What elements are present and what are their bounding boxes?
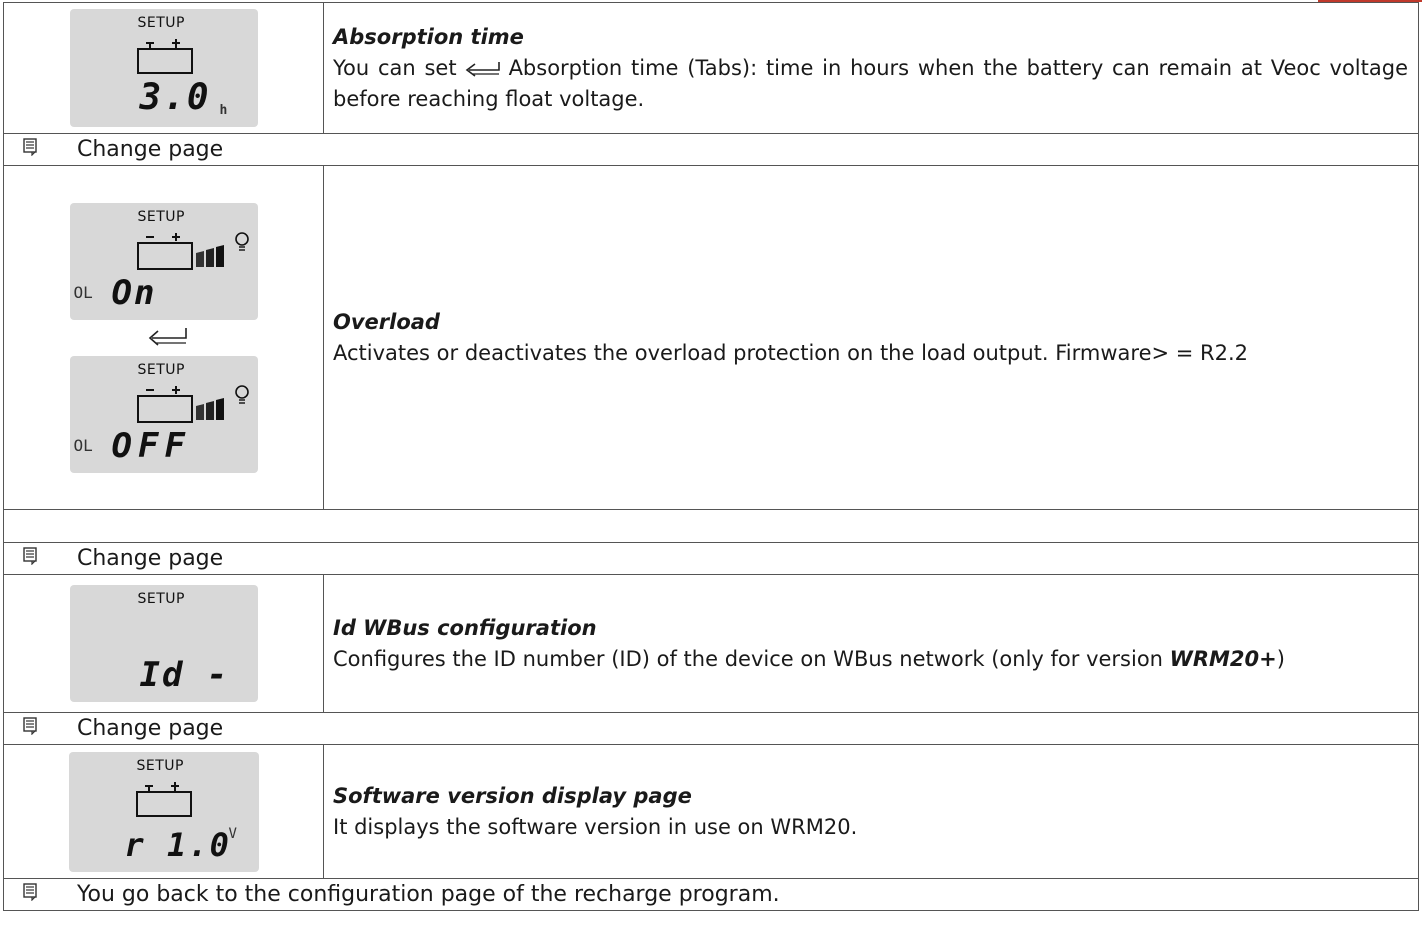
absorption-title: Absorption time xyxy=(333,24,524,49)
lcd-prefix: OL xyxy=(73,282,93,302)
enter-arrow-icon xyxy=(465,61,500,77)
row-idwbus: SETUP Id - Id WBus configuration Configu… xyxy=(3,574,1419,713)
battery-load-icon xyxy=(136,231,249,270)
lcd-setup-label: SETUP xyxy=(136,757,184,774)
idwbus-desc-model: WRM20+ xyxy=(1169,646,1277,671)
absorption-desc-before: You can set xyxy=(333,55,457,80)
lcd-display-idwbus: SETUP Id - xyxy=(69,585,258,702)
setup-table: SETUP 3.0 h Absorption time You can set A… xyxy=(3,2,1419,911)
page-icon xyxy=(13,137,47,162)
lcd-unit: h xyxy=(219,103,228,118)
software-text-cell: Software version display page It display… xyxy=(323,744,1419,879)
absorption-desc: You can set Absorption time (Tabs): time … xyxy=(333,53,1408,115)
overload-desc: Activates or deactivates the overload pr… xyxy=(333,340,1249,365)
overload-text-cell: Overload Activates or deactivates the ov… xyxy=(323,165,1419,510)
row-software: SETUP r 1.0 V Software version display p… xyxy=(3,744,1419,879)
battery-icon xyxy=(136,39,193,74)
lcd-cell: SETUP OL On SETUP OL OFF xyxy=(3,165,324,510)
lcd-setup-label: SETUP xyxy=(137,208,185,225)
software-desc: It displays the software version in use … xyxy=(333,814,858,839)
lcd-display-absorption: SETUP 3.0 h xyxy=(69,9,258,127)
lcd-unit: V xyxy=(228,825,237,842)
lcd-cell: SETUP r 1.0 V xyxy=(3,744,324,879)
row-empty xyxy=(3,509,1419,543)
change-page-note-3: Change page xyxy=(3,712,1419,745)
software-title: Software version display page xyxy=(333,783,692,808)
page-icon xyxy=(13,716,47,741)
page-icon xyxy=(13,882,47,907)
row-absorption: SETUP 3.0 h Absorption time You can set A… xyxy=(3,2,1419,134)
lcd-cell: SETUP Id - xyxy=(3,574,324,713)
battery-icon xyxy=(135,781,192,817)
lcd-cell: SETUP 3.0 h xyxy=(3,2,324,134)
back-note: You go back to the configuration page of… xyxy=(3,878,1419,911)
empty-cell xyxy=(3,509,1419,543)
row-back: You go back to the configuration page of… xyxy=(3,878,1419,911)
row-change-page-1: Change page xyxy=(3,133,1419,166)
lcd-display-software: SETUP r 1.0 V xyxy=(68,751,259,872)
idwbus-text-cell: Id WBus configuration Configures the ID … xyxy=(323,574,1419,713)
idwbus-desc-before: Configures the ID number (ID) of the dev… xyxy=(333,646,1170,671)
idwbus-title: Id WBus configuration xyxy=(333,615,597,640)
change-page-note-1: Change page xyxy=(3,133,1419,166)
lcd-value: 3.0 xyxy=(139,77,211,118)
change-page-note-2: Change page xyxy=(3,542,1419,575)
enter-arrow-icon xyxy=(148,327,187,346)
idwbus-desc-after: ) xyxy=(1276,646,1285,671)
change-page-label-2: Change page xyxy=(77,546,224,572)
enter-arrow-wrap xyxy=(4,320,323,356)
page-icon xyxy=(13,546,47,571)
idwbus-desc: Configures the ID number (ID) of the dev… xyxy=(333,644,1418,675)
change-page-label-1: Change page xyxy=(77,137,224,163)
lcd-value: OFF xyxy=(111,425,191,466)
lcd-value: Id - xyxy=(139,655,230,695)
row-overload: SETUP OL On SETUP OL OFF Overload Activa… xyxy=(3,165,1419,510)
battery-load-icon xyxy=(136,384,249,423)
lcd-prefix: OL xyxy=(73,435,93,455)
row-change-page-2: Change page xyxy=(3,542,1419,575)
lcd-setup-label: SETUP xyxy=(137,15,185,31)
change-page-label-3: Change page xyxy=(77,716,224,742)
back-note-label: You go back to the configuration page of… xyxy=(77,882,780,908)
lcd-setup-label: SETUP xyxy=(137,361,185,378)
lcd-display-overload-off: SETUP OL OFF xyxy=(69,355,258,473)
overload-title: Overload xyxy=(333,309,440,334)
lcd-setup-label: SETUP xyxy=(137,591,185,607)
lcd-display-overload-on: SETUP OL On xyxy=(69,202,258,320)
absorption-text-cell: Absorption time You can set Absorption ti… xyxy=(323,2,1419,134)
lcd-value: r 1.0 xyxy=(124,825,231,864)
row-change-page-3: Change page xyxy=(3,712,1419,745)
lcd-value: On xyxy=(111,272,157,313)
